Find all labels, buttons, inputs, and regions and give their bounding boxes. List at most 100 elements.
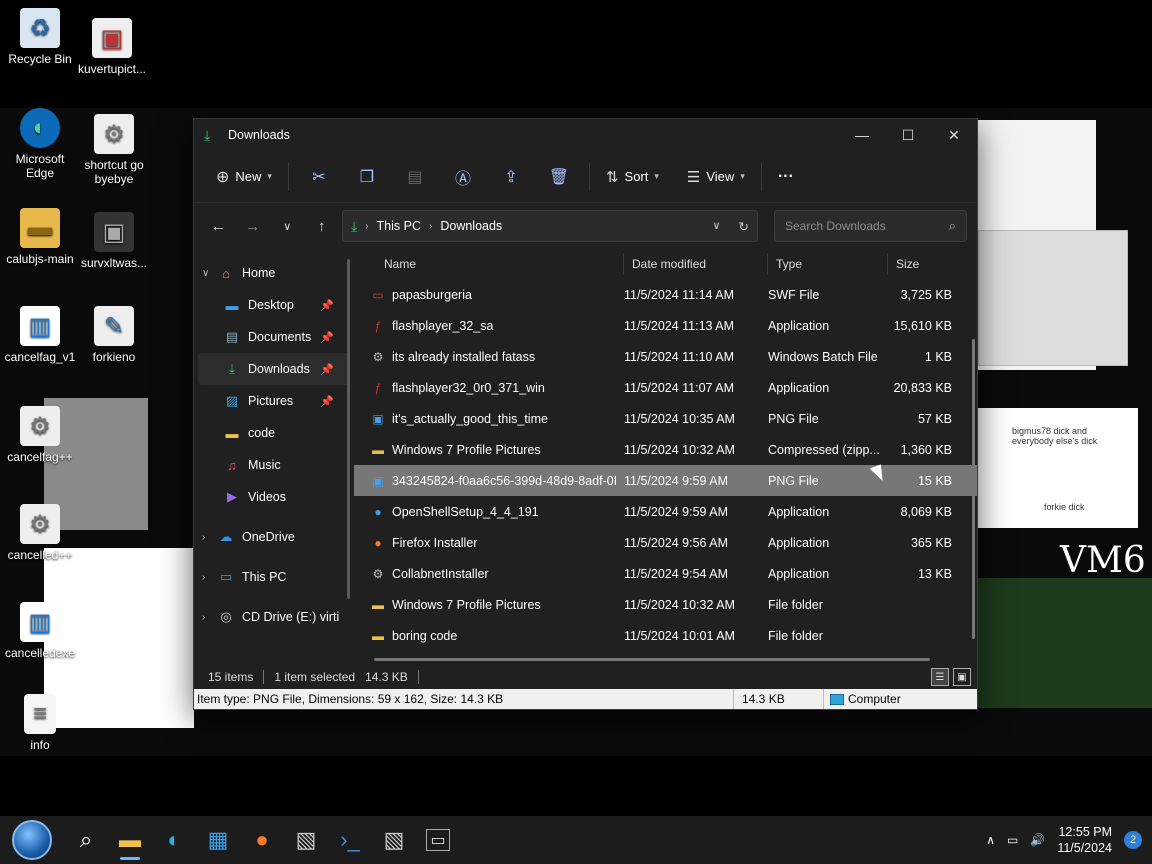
- file-row[interactable]: ● OpenShellSetup_4_4_191 11/5/2024 9:59 AM…: [354, 496, 977, 527]
- file-row[interactable]: ● Firefox Installer 11/5/2024 9:56 AM Appli…: [354, 527, 977, 558]
- forward-button[interactable]: →: [239, 211, 268, 241]
- command-bar: ⊕ New ▾ ✂ ❐ ▤ Ⓐ ⇪ 🗑 ⇅ Sort ▾ ☰ View ▾ ··…: [194, 151, 977, 203]
- start-button[interactable]: [0, 818, 64, 862]
- back-button[interactable]: ←: [204, 211, 233, 241]
- file-row[interactable]: ▬ Windows 7 Profile Pictures 11/5/2024 10:…: [354, 589, 977, 620]
- desktop-icon-cancelfag-plus[interactable]: ⚙ cancelfag++: [0, 406, 80, 464]
- share-button[interactable]: ⇪: [487, 159, 535, 195]
- file-row[interactable]: ▣ 343245824-f0aa6c56-399d-48d9-8adf-0f7..…: [354, 465, 977, 496]
- column-header-date[interactable]: Date modified: [624, 253, 768, 275]
- nav-item-home[interactable]: ∨ ⌂ Home: [194, 257, 354, 289]
- nav-item-desktop[interactable]: ▬ Desktop 📌: [194, 289, 354, 321]
- desktop-icon-survxltwas[interactable]: ▣ survxltwas...: [74, 212, 154, 270]
- desktop-icon-cancelfag-v1[interactable]: ▥ cancelfag_v1: [0, 306, 80, 364]
- close-button[interactable]: ✕: [931, 119, 977, 151]
- file-explorer-window: ⤓ Downloads — ☐ ✕ ⊕ New ▾ ✂ ❐ ▤ Ⓐ ⇪ 🗑 ⇅ …: [193, 118, 978, 710]
- clock[interactable]: 12:55 PM 11/5/2024: [1057, 824, 1112, 856]
- nav-item-cd-drive[interactable]: › ◎ CD Drive (E:) virti: [194, 601, 354, 633]
- clipboard-icon: ▤: [407, 168, 423, 186]
- file-row[interactable]: ƒ flashplayer32_0r0_371_win 11/5/2024 11:0…: [354, 372, 977, 403]
- desktop-icon-recycle-bin[interactable]: ♻ Recycle Bin: [0, 8, 80, 66]
- sort-button[interactable]: ⇅ Sort ▾: [596, 159, 669, 195]
- nav-item-documents[interactable]: ▤ Documents 📌: [194, 321, 354, 353]
- column-header-name[interactable]: Name: [354, 253, 624, 275]
- taskbar-firefox[interactable]: ●: [240, 818, 284, 862]
- up-button[interactable]: ↑: [308, 211, 337, 241]
- taskbar-powershell[interactable]: ›_: [328, 818, 372, 862]
- nav-item-this-pc[interactable]: › ▭ This PC: [194, 561, 354, 593]
- desktop-icon-shortcut[interactable]: ⚙ shortcut go byebye: [74, 114, 154, 186]
- chevron-right-icon: ›: [365, 220, 369, 232]
- taskbar-installer-2[interactable]: ▧: [372, 818, 416, 862]
- file-list-scrollbar[interactable]: [972, 339, 975, 639]
- file-row[interactable]: ⚙ its already installed fatass 11/5/2024 1…: [354, 341, 977, 372]
- rename-button[interactable]: Ⓐ: [439, 159, 487, 195]
- navigation-scrollbar[interactable]: [347, 259, 350, 599]
- desktop-icon-edge[interactable]: ◐ Microsoft Edge: [0, 108, 80, 180]
- details-view-button[interactable]: ☰: [931, 668, 949, 686]
- column-header-size[interactable]: Size: [888, 253, 968, 275]
- nav-item-pictures[interactable]: ▨ Pictures 📌: [194, 385, 354, 417]
- nav-item-onedrive[interactable]: › ☁ OneDrive: [194, 521, 354, 553]
- taskbar-terminal[interactable]: ▭: [416, 818, 460, 862]
- taskbar-file-explorer[interactable]: ▬: [108, 818, 152, 862]
- settings-icon: ⚙: [20, 406, 60, 446]
- cut-button[interactable]: ✂: [295, 159, 343, 195]
- file-size: 20,833 KB: [893, 380, 952, 395]
- title-bar[interactable]: ⤓ Downloads — ☐ ✕: [194, 119, 977, 151]
- chevron-right-icon[interactable]: ›: [202, 572, 218, 583]
- taskbar-search-button[interactable]: ⌕: [64, 818, 108, 862]
- chevron-up-icon[interactable]: ∧: [986, 833, 995, 847]
- chevron-right-icon[interactable]: ›: [202, 612, 218, 623]
- file-row[interactable]: ▣ it's_actually_good_this_time 11/5/2024 1…: [354, 403, 977, 434]
- file-row[interactable]: ▬ Windows 7 Profile Pictures 11/5/2024 10:…: [354, 434, 977, 465]
- desktop-icon-cancelledexe[interactable]: ▥ cancelledexe: [0, 602, 80, 660]
- file-row[interactable]: ⚙ CollabnetInstaller 11/5/2024 9:54 AM Appl…: [354, 558, 977, 589]
- flash-icon: ƒ: [374, 380, 382, 395]
- taskbar-edge[interactable]: ◐: [152, 818, 196, 862]
- paste-button[interactable]: ▤: [391, 159, 439, 195]
- breadcrumb-downloads[interactable]: Downloads: [440, 219, 502, 233]
- desktop-icon-forkieno[interactable]: ✎ forkieno: [74, 306, 154, 364]
- nav-item-downloads[interactable]: ⤓ Downloads 📌: [198, 353, 350, 385]
- nav-item-music[interactable]: ♫ Music: [194, 449, 354, 481]
- desktop-icon-cancelled-plus[interactable]: ⚙ cancelled++: [0, 504, 80, 562]
- search-box[interactable]: ⌕: [774, 210, 967, 242]
- search-input[interactable]: [785, 219, 945, 233]
- breadcrumb-this-pc[interactable]: This PC: [377, 219, 421, 233]
- file-row[interactable]: ▭ papasburgeria 11/5/2024 11:14 AM SWF File…: [354, 279, 977, 310]
- address-dropdown-icon[interactable]: ∨: [712, 219, 720, 234]
- desktop-icon-kuvertupict[interactable]: ▣ kuvertupict...: [72, 18, 152, 76]
- file-date: 11/5/2024 10:32 AM: [624, 442, 735, 457]
- clock-time: 12:55 PM: [1058, 825, 1112, 839]
- desktop-icon-calubjs[interactable]: ▬ calubjs-main: [0, 208, 80, 266]
- new-button[interactable]: ⊕ New ▾: [206, 159, 282, 195]
- tiles-view-button[interactable]: ▣: [953, 668, 971, 686]
- recent-locations-button[interactable]: ∨: [273, 211, 302, 241]
- horizontal-scrollbar[interactable]: [374, 658, 930, 661]
- file-type: Application: [768, 318, 830, 333]
- maximize-button[interactable]: ☐: [885, 119, 931, 151]
- notification-badge[interactable]: 2: [1124, 831, 1142, 849]
- chevron-down-icon[interactable]: ∨: [202, 268, 218, 279]
- nav-item-videos[interactable]: ▶ Videos: [194, 481, 354, 513]
- more-options-button[interactable]: ···: [768, 159, 804, 195]
- refresh-icon[interactable]: ↻: [739, 219, 749, 234]
- copy-icon: ❐: [359, 168, 375, 186]
- file-row[interactable]: ▬ boring code 11/5/2024 10:01 AM File folde…: [354, 620, 977, 651]
- nav-item-code[interactable]: ▬ code: [194, 417, 354, 449]
- delete-button[interactable]: 🗑: [535, 159, 583, 195]
- file-date: 11/5/2024 11:14 AM: [624, 287, 735, 302]
- desktop-icon-info[interactable]: ≡ info: [0, 694, 80, 752]
- taskbar-installer[interactable]: ▧: [284, 818, 328, 862]
- file-row[interactable]: ƒ flashplayer_32_sa 11/5/2024 11:13 AM Appl…: [354, 310, 977, 341]
- taskbar-store[interactable]: ▦: [196, 818, 240, 862]
- copy-button[interactable]: ❐: [343, 159, 391, 195]
- view-button[interactable]: ☰ View ▾: [677, 159, 755, 195]
- minimize-button[interactable]: —: [839, 119, 885, 151]
- chevron-right-icon[interactable]: ›: [202, 532, 218, 543]
- address-bar[interactable]: ⤓ › This PC › Downloads ∨ ↻: [342, 210, 758, 242]
- network-icon[interactable]: ▭: [1007, 833, 1018, 847]
- volume-icon[interactable]: 🔊: [1030, 833, 1045, 847]
- column-header-type[interactable]: Type: [768, 253, 888, 275]
